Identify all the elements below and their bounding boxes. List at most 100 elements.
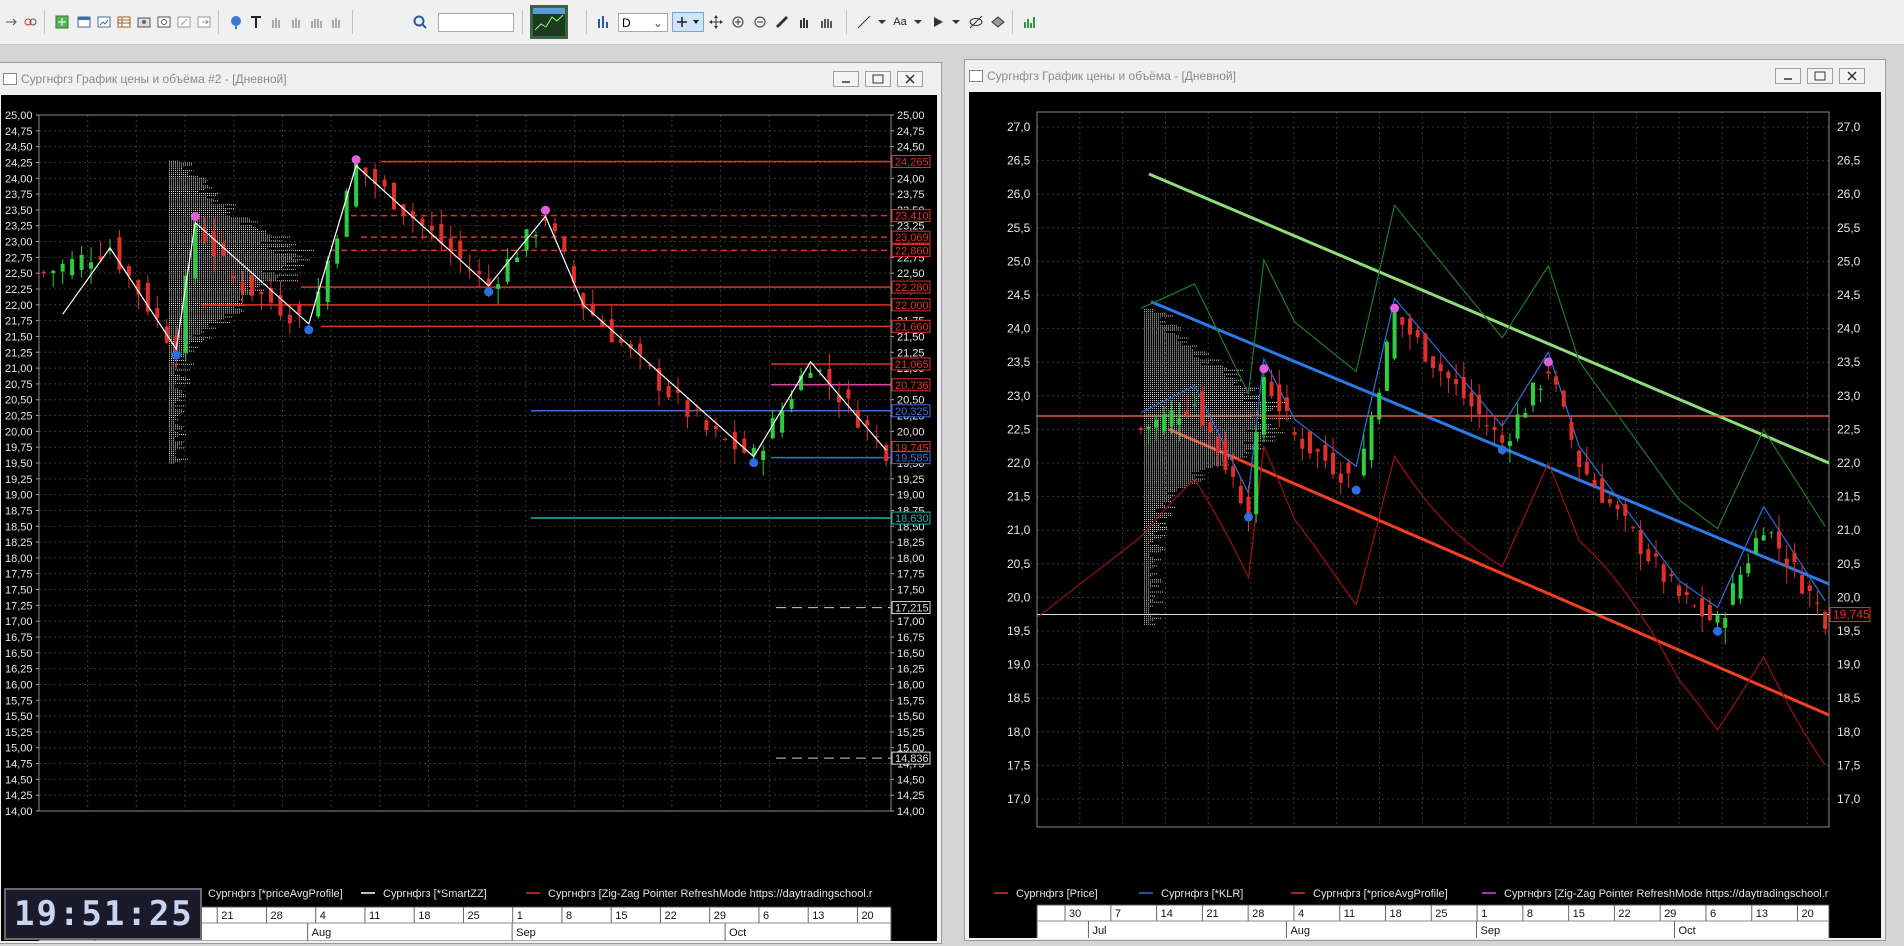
time-day-label: 21 bbox=[1206, 908, 1218, 920]
edit-window-icon[interactable] bbox=[174, 12, 194, 32]
candle-body bbox=[79, 254, 84, 270]
search-input[interactable] bbox=[438, 13, 514, 32]
candle-body bbox=[1484, 425, 1489, 427]
zoom-out-icon[interactable] bbox=[750, 12, 770, 32]
y-axis-label-right: 19,0 bbox=[1837, 658, 1861, 672]
y-axis-label-left: 17,25 bbox=[5, 600, 33, 612]
chart-area-left[interactable]: 25,00 24,75 24,50 24,25 24,00 23,75 23,50 23,25… bbox=[1, 95, 937, 942]
candle-body bbox=[1630, 527, 1635, 529]
minimize-button[interactable] bbox=[1775, 68, 1801, 84]
candle-body bbox=[1277, 384, 1282, 412]
y-axis-label-left: 24,25 bbox=[5, 157, 33, 169]
candle-body bbox=[1438, 363, 1443, 372]
y-axis-label-left: 18,50 bbox=[5, 521, 33, 533]
candle-body bbox=[335, 238, 340, 264]
window-titlebar[interactable]: Сургнфгз График цены и объёма #2 - [Днев… bbox=[0, 63, 941, 93]
close-button[interactable] bbox=[897, 71, 923, 87]
move-icon[interactable] bbox=[706, 12, 726, 32]
info-icon[interactable] bbox=[226, 12, 246, 32]
text-dropdown-icon[interactable] bbox=[908, 12, 928, 32]
candle-body bbox=[231, 275, 236, 279]
chevron-down-icon: ⌄ bbox=[652, 16, 663, 30]
window-titlebar[interactable]: Сургнфгз График цены и объёма - [Дневной… bbox=[965, 60, 1885, 90]
y-axis-label-left: 14,75 bbox=[5, 759, 33, 771]
new-chart-icon[interactable] bbox=[52, 12, 72, 32]
export-icon[interactable] bbox=[194, 12, 214, 32]
candle-body bbox=[808, 372, 813, 378]
y-axis-label-right: 25,0 bbox=[1837, 254, 1861, 268]
text-size-tool[interactable]: Aa bbox=[890, 12, 910, 32]
candle-body bbox=[1200, 391, 1205, 426]
bar-chart-icon[interactable] bbox=[594, 12, 614, 32]
magnifier-icon[interactable] bbox=[410, 12, 430, 32]
y-axis-label-left: 20,50 bbox=[5, 395, 33, 407]
hand-multi-icon[interactable] bbox=[306, 12, 326, 32]
maximize-button[interactable] bbox=[1807, 68, 1833, 84]
eye-hide-icon[interactable] bbox=[966, 12, 986, 32]
time-day-label: 22 bbox=[1618, 908, 1630, 920]
y-axis-label-right: 21,5 bbox=[1837, 490, 1861, 504]
ruler-icon[interactable] bbox=[772, 12, 792, 32]
candle-body bbox=[89, 262, 94, 269]
y-axis-label-right: 20,0 bbox=[1837, 590, 1861, 604]
maximize-button[interactable] bbox=[865, 71, 891, 87]
interval-select[interactable]: D ⌄ bbox=[618, 13, 668, 32]
indicator-bars-icon[interactable] bbox=[1020, 12, 1040, 32]
time-day-label: 15 bbox=[1573, 908, 1585, 920]
y-axis-label-right: 14,25 bbox=[897, 790, 925, 802]
candle-body bbox=[1661, 564, 1666, 582]
search-window-icon[interactable] bbox=[154, 12, 174, 32]
hand-remove-icon[interactable] bbox=[326, 12, 346, 32]
play-icon[interactable] bbox=[928, 12, 948, 32]
chart-window-right[interactable]: Сургнфгз График цены и объёма - [Дневной… bbox=[964, 59, 1886, 941]
close-button[interactable] bbox=[1839, 68, 1865, 84]
line-tool-icon[interactable] bbox=[854, 12, 874, 32]
candle-body bbox=[1138, 427, 1143, 430]
price-tag-label: 14,836 bbox=[895, 753, 929, 765]
chart-window-icon[interactable] bbox=[94, 12, 114, 32]
crosshair-link-icon[interactable] bbox=[20, 12, 40, 32]
candle-body bbox=[1338, 473, 1343, 483]
price-tag-label: 24,265 bbox=[895, 157, 929, 169]
layers-icon[interactable] bbox=[988, 12, 1008, 32]
grab-icon[interactable] bbox=[816, 12, 836, 32]
hand-add-icon[interactable] bbox=[286, 12, 306, 32]
pointer-tool-icon[interactable] bbox=[2, 12, 22, 32]
time-month-label: Jul bbox=[1092, 925, 1106, 937]
crosshair-dropdown[interactable] bbox=[672, 12, 704, 32]
candle-body bbox=[297, 304, 302, 315]
candle-body bbox=[1261, 377, 1266, 435]
portfolio-icon[interactable] bbox=[134, 12, 154, 32]
y-axis-label-left: 22,75 bbox=[5, 252, 33, 264]
candle-body bbox=[1792, 552, 1797, 563]
chart-thumbnail-icon[interactable] bbox=[530, 5, 568, 39]
y-axis-label-right: 19,5 bbox=[1837, 624, 1861, 638]
y-axis-label-right: 22,5 bbox=[1837, 422, 1861, 436]
price-tag-label: 21,065 bbox=[895, 359, 929, 371]
price-chart-left[interactable]: 25,00 24,75 24,50 24,25 24,00 23,75 23,50 23,25… bbox=[1, 95, 937, 942]
text-tool-icon[interactable] bbox=[246, 12, 266, 32]
y-axis-label-left: 26,0 bbox=[1007, 187, 1031, 201]
hand-tool-icon[interactable] bbox=[266, 12, 286, 32]
y-axis-label-left: 17,5 bbox=[1007, 758, 1031, 772]
time-day-label: 13 bbox=[1756, 908, 1768, 920]
window-icon[interactable] bbox=[74, 12, 94, 32]
hand-pan-icon[interactable] bbox=[794, 12, 814, 32]
candle-body bbox=[1777, 531, 1782, 549]
zoom-in-icon[interactable] bbox=[728, 12, 748, 32]
zigzag-low-point bbox=[1351, 485, 1361, 495]
minimize-button[interactable] bbox=[833, 71, 859, 87]
table-icon[interactable] bbox=[114, 12, 134, 32]
y-axis-label-right: 16,50 bbox=[897, 648, 925, 660]
y-axis-label-left: 21,25 bbox=[5, 347, 33, 359]
price-tag-label: 22,000 bbox=[895, 300, 929, 312]
play-dropdown-icon[interactable] bbox=[946, 12, 966, 32]
chart-window-left[interactable]: Сургнфгз График цены и объёма #2 - [Днев… bbox=[0, 62, 942, 944]
candle-body bbox=[1677, 585, 1682, 597]
time-month-label: Aug bbox=[312, 927, 332, 939]
price-chart-right[interactable]: 27,0 26,5 26,0 25,5 25,0 24,5 24,0 23,5 23,0 22,5… bbox=[969, 92, 1881, 940]
chart-area-right[interactable]: 27,0 26,5 26,0 25,5 25,0 24,5 24,0 23,5 23,0 22,5… bbox=[969, 92, 1881, 940]
time-day-label: 29 bbox=[1664, 908, 1676, 920]
line-dropdown-icon[interactable] bbox=[872, 12, 892, 32]
zigzag-low-point bbox=[749, 458, 759, 468]
